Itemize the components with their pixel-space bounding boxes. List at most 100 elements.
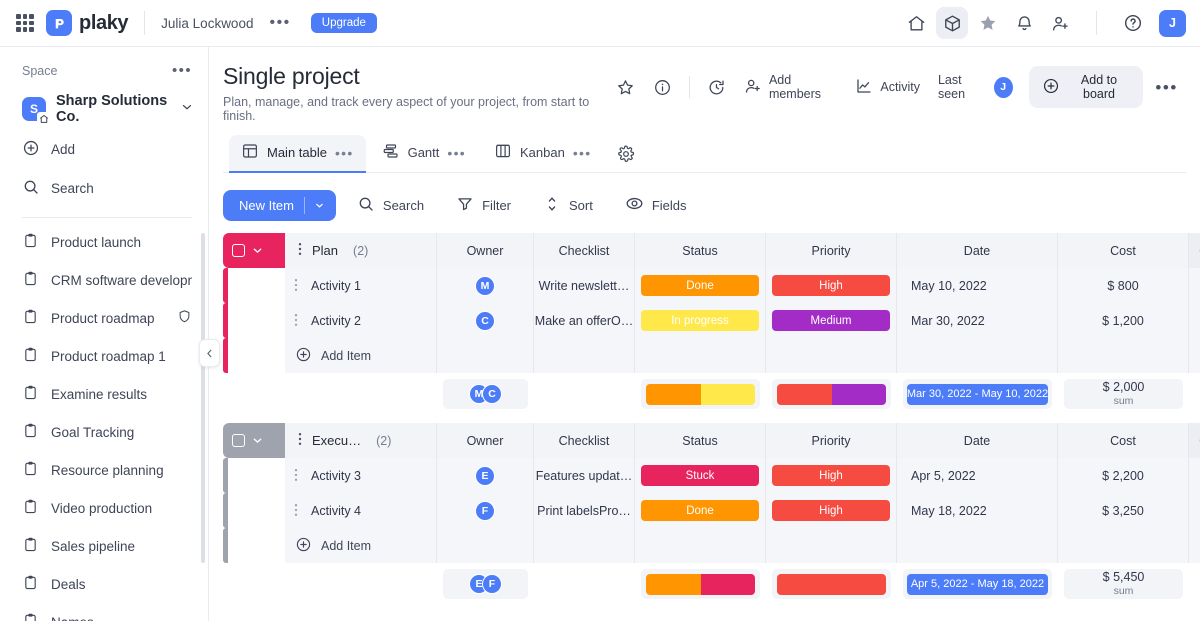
row-menu-icon[interactable] xyxy=(291,503,303,519)
row-name-cell[interactable]: Activity 2 xyxy=(285,303,437,338)
chevron-down-icon[interactable] xyxy=(180,100,194,119)
plaky-logo[interactable]: plaky xyxy=(46,10,129,36)
sidebar-item-examine-results[interactable]: Examine results xyxy=(0,375,208,413)
cost-cell[interactable]: $ 1,200 xyxy=(1058,303,1189,338)
group-select-checkbox[interactable] xyxy=(232,244,245,257)
column-header-cost[interactable]: Cost xyxy=(1058,423,1189,458)
group-name-cell[interactable]: Plan (2) xyxy=(285,233,437,268)
add-person-icon[interactable] xyxy=(1044,7,1076,39)
gear-icon[interactable] xyxy=(607,138,645,170)
sidebar-item-names[interactable]: Names xyxy=(0,603,208,621)
row-menu-icon[interactable] xyxy=(291,278,303,294)
column-header-priority[interactable]: Priority xyxy=(766,423,897,458)
status-cell[interactable]: Stuck xyxy=(635,458,766,493)
add-column-button[interactable] xyxy=(1189,233,1200,268)
add-item-button[interactable]: Add Item xyxy=(285,528,437,563)
add-to-board-button[interactable]: Add to board xyxy=(1028,66,1144,108)
owner-cell[interactable]: M xyxy=(437,268,534,303)
sidebar-item-deals[interactable]: Deals xyxy=(0,565,208,603)
tab-more-button[interactable]: ••• xyxy=(447,146,466,160)
drag-handle-icon[interactable] xyxy=(295,242,305,259)
column-header-status[interactable]: Status xyxy=(635,423,766,458)
status-cell[interactable]: Done xyxy=(635,493,766,528)
toolbar-fields-button[interactable]: Fields xyxy=(614,187,698,223)
add-column-button[interactable] xyxy=(1189,423,1200,458)
column-header-date[interactable]: Date xyxy=(897,233,1058,268)
toolbar-search-button[interactable]: Search xyxy=(346,188,435,223)
sidebar-item-sales-pipeline[interactable]: Sales pipeline xyxy=(0,527,208,565)
sidebar-scrollbar[interactable] xyxy=(201,233,205,563)
tab-more-button[interactable]: ••• xyxy=(335,146,354,160)
topbar-more-button[interactable]: ••• xyxy=(267,12,292,34)
cost-cell[interactable]: $ 800 xyxy=(1058,268,1189,303)
priority-cell[interactable]: High xyxy=(766,268,897,303)
checklist-cell[interactable]: Write newslett… xyxy=(534,268,635,303)
checklist-cell[interactable]: Features updat… xyxy=(534,458,635,493)
tab-more-button[interactable]: ••• xyxy=(573,146,592,160)
owner-cell[interactable]: E xyxy=(437,458,534,493)
sidebar-search-button[interactable]: Search xyxy=(0,169,208,208)
table-row[interactable]: Activity 4 F Print labelsPro… Done High May 1… xyxy=(223,493,1200,528)
cost-cell[interactable]: $ 2,200 xyxy=(1058,458,1189,493)
priority-cell[interactable]: Medium xyxy=(766,303,897,338)
priority-cell[interactable]: High xyxy=(766,493,897,528)
info-icon[interactable] xyxy=(645,72,680,103)
star-icon[interactable] xyxy=(972,7,1004,39)
row-menu-icon[interactable] xyxy=(291,468,303,484)
upgrade-button[interactable]: Upgrade xyxy=(310,13,377,33)
activity-button[interactable]: Activity xyxy=(847,71,928,104)
column-header-status[interactable]: Status xyxy=(635,233,766,268)
summary-menu-cell[interactable] xyxy=(1189,565,1200,603)
date-cell[interactable]: May 18, 2022 xyxy=(897,493,1058,528)
cost-cell[interactable]: $ 3,250 xyxy=(1058,493,1189,528)
toolbar-filter-button[interactable]: Filter xyxy=(445,188,522,223)
column-header-date[interactable]: Date xyxy=(897,423,1058,458)
column-header-cost[interactable]: Cost xyxy=(1058,233,1189,268)
column-header-owner[interactable]: Owner xyxy=(437,233,534,268)
sidebar-item-product-roadmap-1[interactable]: Product roadmap 1 xyxy=(0,337,208,375)
sidebar-add-button[interactable]: Add xyxy=(0,130,208,169)
drag-handle-icon[interactable] xyxy=(295,432,305,449)
add-members-button[interactable]: Add members xyxy=(736,67,845,107)
favorite-star-icon[interactable] xyxy=(608,72,643,103)
sidebar-item-resource-planning[interactable]: Resource planning xyxy=(0,451,208,489)
column-header-priority[interactable]: Priority xyxy=(766,233,897,268)
row-name-cell[interactable]: Activity 1 xyxy=(285,268,437,303)
sidebar-item-product-launch[interactable]: Product launch xyxy=(0,223,208,261)
chevron-down-icon[interactable] xyxy=(305,192,336,219)
chevron-down-icon[interactable] xyxy=(249,242,266,259)
history-icon[interactable] xyxy=(699,72,734,103)
status-cell[interactable]: In progress xyxy=(635,303,766,338)
row-name-cell[interactable]: Activity 3 xyxy=(285,458,437,493)
add-item-button[interactable]: Add Item xyxy=(285,338,437,373)
add-item-row[interactable]: Add Item xyxy=(223,528,1200,563)
help-icon[interactable] xyxy=(1117,7,1149,39)
box-icon[interactable] xyxy=(936,7,968,39)
column-header-checklist[interactable]: Checklist xyxy=(534,233,635,268)
workspace-user-name[interactable]: Julia Lockwood xyxy=(161,16,253,31)
status-cell[interactable]: Done xyxy=(635,268,766,303)
group-color-block[interactable] xyxy=(223,233,285,268)
chevron-down-icon[interactable] xyxy=(249,432,266,449)
table-row[interactable]: Activity 3 E Features updat… Stuck High Apr 5… xyxy=(223,458,1200,493)
bell-icon[interactable] xyxy=(1008,7,1040,39)
org-selector[interactable]: S Sharp Solutions Co. xyxy=(0,88,208,130)
checklist-cell[interactable]: Make an offerO… xyxy=(534,303,635,338)
column-header-checklist[interactable]: Checklist xyxy=(534,423,635,458)
row-menu-icon[interactable] xyxy=(291,313,303,329)
date-cell[interactable]: Mar 30, 2022 xyxy=(897,303,1058,338)
sidebar-item-product-roadmap[interactable]: Product roadmap xyxy=(0,299,208,337)
tab-gantt[interactable]: Gantt ••• xyxy=(370,135,478,172)
tab-main-table[interactable]: Main table ••• xyxy=(229,135,366,173)
sidebar-collapse-button[interactable] xyxy=(199,339,220,367)
row-name-cell[interactable]: Activity 4 xyxy=(285,493,437,528)
board-more-button[interactable]: ••• xyxy=(1145,79,1186,96)
group-name-cell[interactable]: Execu… (2) xyxy=(285,423,437,458)
owner-cell[interactable]: C xyxy=(437,303,534,338)
group-select-checkbox[interactable] xyxy=(232,434,245,447)
grid-apps-icon[interactable] xyxy=(16,14,34,32)
table-row[interactable]: Activity 2 C Make an offerO… In progress Med… xyxy=(223,303,1200,338)
priority-cell[interactable]: High xyxy=(766,458,897,493)
checklist-cell[interactable]: Print labelsPro… xyxy=(534,493,635,528)
sidebar-item-video-production[interactable]: Video production xyxy=(0,489,208,527)
